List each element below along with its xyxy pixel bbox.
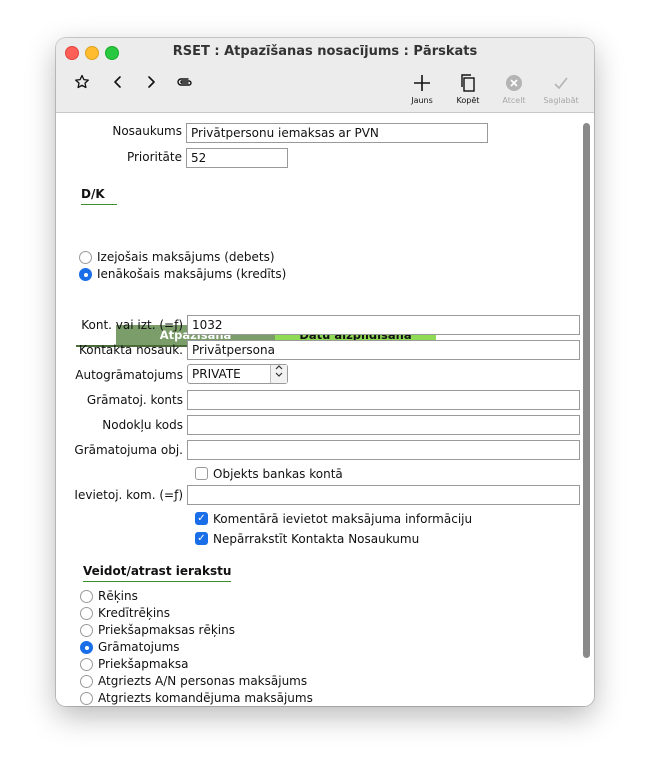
record-radio-5[interactable] <box>80 675 93 688</box>
contact-name-label: Kontakta nosauk. <box>78 343 183 357</box>
copy-icon <box>446 74 490 94</box>
record-radio-label-0: Rēķins <box>98 589 138 603</box>
record-section-title: Veidot/atrast ierakstu <box>83 564 232 578</box>
bank-object-label: Objekts bankas kontā <box>213 467 343 481</box>
autopost-label: Autogrāmatojums <box>75 368 183 382</box>
dk-radio-0[interactable] <box>79 251 92 264</box>
title-bar: RSET : Atpazīšanas nosacījums : Pārskats <box>56 38 594 66</box>
priority-input[interactable]: 52 <box>186 148 288 168</box>
comment-to-info-checkbox[interactable]: ✓ <box>195 512 208 525</box>
vertical-scrollbar[interactable] <box>580 115 592 704</box>
window-title: RSET : Atpazīšanas nosacījums : Pārskats <box>172 44 478 59</box>
plus-icon <box>400 74 444 94</box>
record-radio-6[interactable] <box>80 692 93 705</box>
scrollbar-thumb[interactable] <box>583 123 590 658</box>
autopost-select[interactable]: PRIVATE <box>187 364 288 384</box>
cancel-button[interactable]: Atcelt <box>492 74 536 105</box>
dk-section-title: D/K <box>81 187 105 201</box>
chevron-left-icon[interactable] <box>111 74 125 94</box>
posting-object-label: Grāmatojuma obj. <box>74 443 183 457</box>
record-radio-label-2: Priekšapmaksas rēķins <box>98 623 235 637</box>
name-label: Nosaukums <box>112 124 182 138</box>
comment-to-info-label: Komentārā ievietot maksājuma informāciju <box>213 512 473 526</box>
star-icon[interactable] <box>74 74 90 94</box>
toolbar: Jauns Kopēt Atcelt Saglabāt <box>56 66 594 113</box>
record-radio-0[interactable] <box>80 590 93 603</box>
new-button-label: Jauns <box>411 96 433 105</box>
dk-section-underline <box>81 204 117 205</box>
dk-radio-label-0: Izejošais maksājums (debets) <box>97 250 275 264</box>
record-radio-label-1: Kredītrēķins <box>98 606 171 620</box>
record-radio-label-3: Grāmatojums <box>98 640 180 654</box>
record-radio-4[interactable] <box>80 658 93 671</box>
priority-label: Prioritāte <box>126 150 182 164</box>
new-button[interactable]: Jauns <box>400 74 444 105</box>
app-window: RSET : Atpazīšanas nosacījums : Pārskats… <box>56 38 594 706</box>
record-section-underline <box>83 581 231 582</box>
no-overwrite-checkbox[interactable]: ✓ <box>195 532 208 545</box>
bank-object-checkbox[interactable] <box>195 467 208 480</box>
comment-label: Ievietoj. kom. (=ƒ) <box>74 488 183 502</box>
checkmark-icon <box>539 74 583 94</box>
copy-button[interactable]: Kopēt <box>446 74 490 105</box>
copy-button-label: Kopēt <box>456 96 480 105</box>
form-content: Nosaukums Privātpersonu iemaksas ar PVN … <box>56 113 594 706</box>
tax-code-label: Nodokļu kods <box>102 418 183 432</box>
comment-input[interactable] <box>187 485 580 505</box>
cancel-button-label: Atcelt <box>502 96 526 105</box>
save-button-label: Saglabāt <box>543 96 579 105</box>
account-input[interactable]: 1032 <box>187 315 580 335</box>
chevron-right-icon[interactable] <box>144 74 158 94</box>
gl-account-input[interactable] <box>187 390 580 410</box>
record-radio-1[interactable] <box>80 607 93 620</box>
tax-code-input[interactable] <box>187 415 580 435</box>
gl-account-label: Grāmatoj. konts <box>86 393 183 407</box>
record-radio-label-4: Priekšapmaksa <box>98 657 189 671</box>
record-radio-label-6: Atgriezts komandējuma maksājums <box>98 691 313 705</box>
account-field-label: Kont. vai izt. (=ƒ) <box>81 318 183 332</box>
name-input[interactable]: Privātpersonu iemaksas ar PVN <box>186 123 488 143</box>
record-radio-2[interactable] <box>80 624 93 637</box>
record-radio-label-5: Atgriezts A/N personas maksājums <box>98 674 308 688</box>
no-overwrite-label: Nepārrakstīt Kontakta Nosaukumu <box>213 532 420 546</box>
contact-name-input[interactable]: Privātpersona <box>187 340 580 360</box>
autopost-select-value: PRIVATE <box>192 367 241 381</box>
dk-radio-1[interactable] <box>79 268 92 281</box>
record-radio-3[interactable] <box>80 641 93 654</box>
dk-radio-label-1: Ienākošais maksājums (kredīts) <box>97 267 287 281</box>
cancel-icon <box>492 74 536 94</box>
save-button[interactable]: Saglabāt <box>539 74 583 105</box>
chevron-down-icon <box>270 365 287 383</box>
paperclip-icon[interactable] <box>175 74 195 94</box>
posting-object-input[interactable] <box>187 440 580 460</box>
